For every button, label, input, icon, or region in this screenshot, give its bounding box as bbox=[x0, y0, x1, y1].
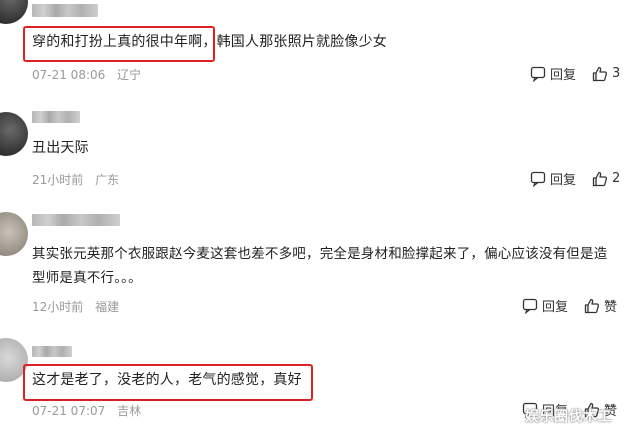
like-button[interactable]: 赞 bbox=[584, 296, 617, 315]
thumbs-up-icon bbox=[592, 171, 608, 186]
comment-time: 12小时前 bbox=[32, 300, 84, 314]
comment-bubble-icon bbox=[530, 66, 546, 82]
comment-bubble-icon bbox=[530, 171, 546, 187]
username-blurred[interactable] bbox=[32, 111, 80, 123]
comment-text-line-2: 型师是真不行。。。 bbox=[32, 270, 142, 286]
thumbs-up-icon bbox=[592, 66, 608, 81]
like-button[interactable]: 2 bbox=[592, 171, 620, 187]
reply-label: 回复 bbox=[550, 173, 577, 188]
watermark-text: 娱乐圈伐木工 bbox=[525, 409, 612, 425]
username-blurred[interactable] bbox=[32, 214, 120, 226]
comment-actions: 回复 3 bbox=[530, 64, 620, 83]
comment-text: 穿的和打扮上真的很中年啊，韩国人那张照片就脸像少女 bbox=[32, 34, 387, 50]
reply-label: 回复 bbox=[550, 68, 577, 83]
username-blurred[interactable] bbox=[32, 4, 98, 17]
reply-label: 回复 bbox=[542, 300, 569, 315]
comment-meta: 07-21 08:06 辽宁 bbox=[32, 66, 149, 83]
thumbs-up-icon bbox=[584, 298, 600, 313]
comment-actions: 回复 赞 bbox=[522, 296, 617, 315]
reply-button[interactable]: 回复 bbox=[522, 296, 568, 315]
comment-meta: 21小时前 广东 bbox=[32, 171, 127, 188]
comment-location: 吉林 bbox=[117, 404, 142, 418]
avatar[interactable] bbox=[0, 112, 28, 156]
comment-time: 21小时前 bbox=[32, 173, 84, 187]
comment-text-line-1: 其实张元英那个衣服跟赵今麦这套也差不多吧，完全是身材和脸撑起来了，偏心应该没有但… bbox=[32, 246, 608, 262]
comment-location: 辽宁 bbox=[117, 68, 142, 82]
avatar[interactable] bbox=[0, 0, 28, 24]
like-button[interactable]: 3 bbox=[592, 66, 620, 82]
comment-location: 福建 bbox=[95, 300, 120, 314]
avatar[interactable] bbox=[0, 212, 28, 256]
comment-actions: 回复 2 bbox=[530, 169, 620, 188]
reply-button[interactable]: 回复 bbox=[530, 64, 576, 83]
comment-time: 07-21 08:06 bbox=[32, 68, 106, 82]
comment-location: 广东 bbox=[95, 173, 120, 187]
comment-text: 丑出天际 bbox=[32, 140, 89, 156]
like-count: 2 bbox=[612, 171, 621, 186]
reply-button[interactable]: 回复 bbox=[530, 169, 576, 188]
like-count: 3 bbox=[612, 66, 621, 81]
comment-meta: 07-21 07:07 吉林 bbox=[32, 402, 149, 419]
comment-bubble-icon bbox=[522, 298, 538, 314]
like-label: 赞 bbox=[604, 300, 618, 315]
username-blurred[interactable] bbox=[32, 346, 72, 357]
comment-time: 07-21 07:07 bbox=[32, 404, 106, 418]
comment-text: 这才是老了，没老的人，老气的感觉，真好 bbox=[32, 372, 302, 388]
comment-meta: 12小时前 福建 bbox=[32, 298, 127, 315]
